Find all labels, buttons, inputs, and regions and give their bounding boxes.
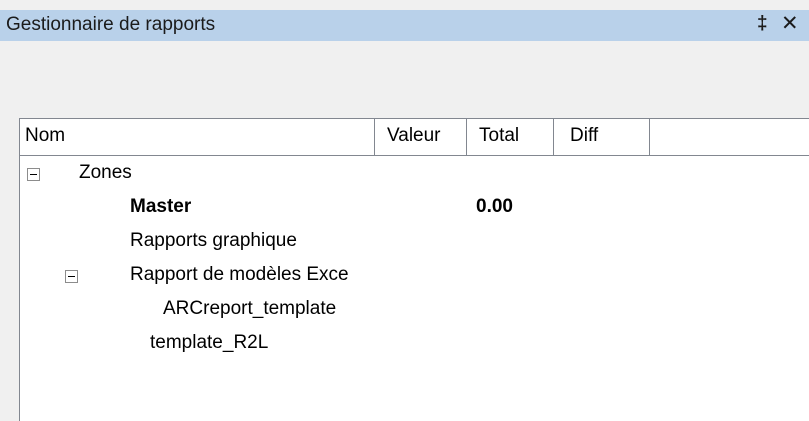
tree-label-master: Master	[130, 196, 192, 217]
column-header-total[interactable]: Total	[467, 119, 554, 155]
master-total-value: 0.00	[476, 196, 513, 217]
panel-title: Gestionnaire de rapports	[6, 14, 216, 35]
tree-row-template-r2l[interactable]: template_R2L	[20, 328, 809, 362]
panel-titlebar[interactable]: Gestionnaire de rapports ‡ ✕	[0, 10, 809, 41]
column-header-valeur[interactable]: Valeur	[375, 119, 467, 155]
tree-label-rapports-graphique: Rapports graphique	[130, 230, 297, 251]
report-tree-list[interactable]: Nom Valeur Total Diff Zones Master 0.00 …	[19, 118, 809, 421]
close-icon[interactable]: ✕	[781, 13, 799, 35]
tree-row-zones[interactable]: Zones	[20, 158, 809, 192]
column-header-row: Nom Valeur Total Diff	[20, 119, 809, 156]
report-manager-panel: Gestionnaire de rapports ‡ ✕ Nom Valeur …	[0, 0, 809, 421]
tree-label-arcreport-template: ARCreport_template	[163, 298, 337, 319]
column-header-diff[interactable]: Diff	[554, 119, 650, 155]
tree-label-rapport-modeles: Rapport de modèles Exce	[130, 264, 349, 285]
tree-row-rapport-modeles[interactable]: Rapport de modèles Exce	[20, 260, 809, 294]
column-header-nom[interactable]: Nom	[20, 119, 375, 155]
tree-row-rapports-graphique[interactable]: Rapports graphique	[20, 226, 809, 260]
tree-row-arcreport-template[interactable]: ARCreport_template	[20, 294, 809, 328]
tree-row-master[interactable]: Master 0.00	[20, 192, 809, 226]
pin-icon[interactable]: ‡	[757, 13, 768, 35]
tree-label-zones: Zones	[79, 162, 132, 183]
tree-label-template-r2l: template_R2L	[150, 332, 269, 353]
column-header-empty[interactable]	[650, 119, 809, 155]
collapse-icon[interactable]	[65, 270, 78, 283]
collapse-icon[interactable]	[27, 168, 40, 181]
